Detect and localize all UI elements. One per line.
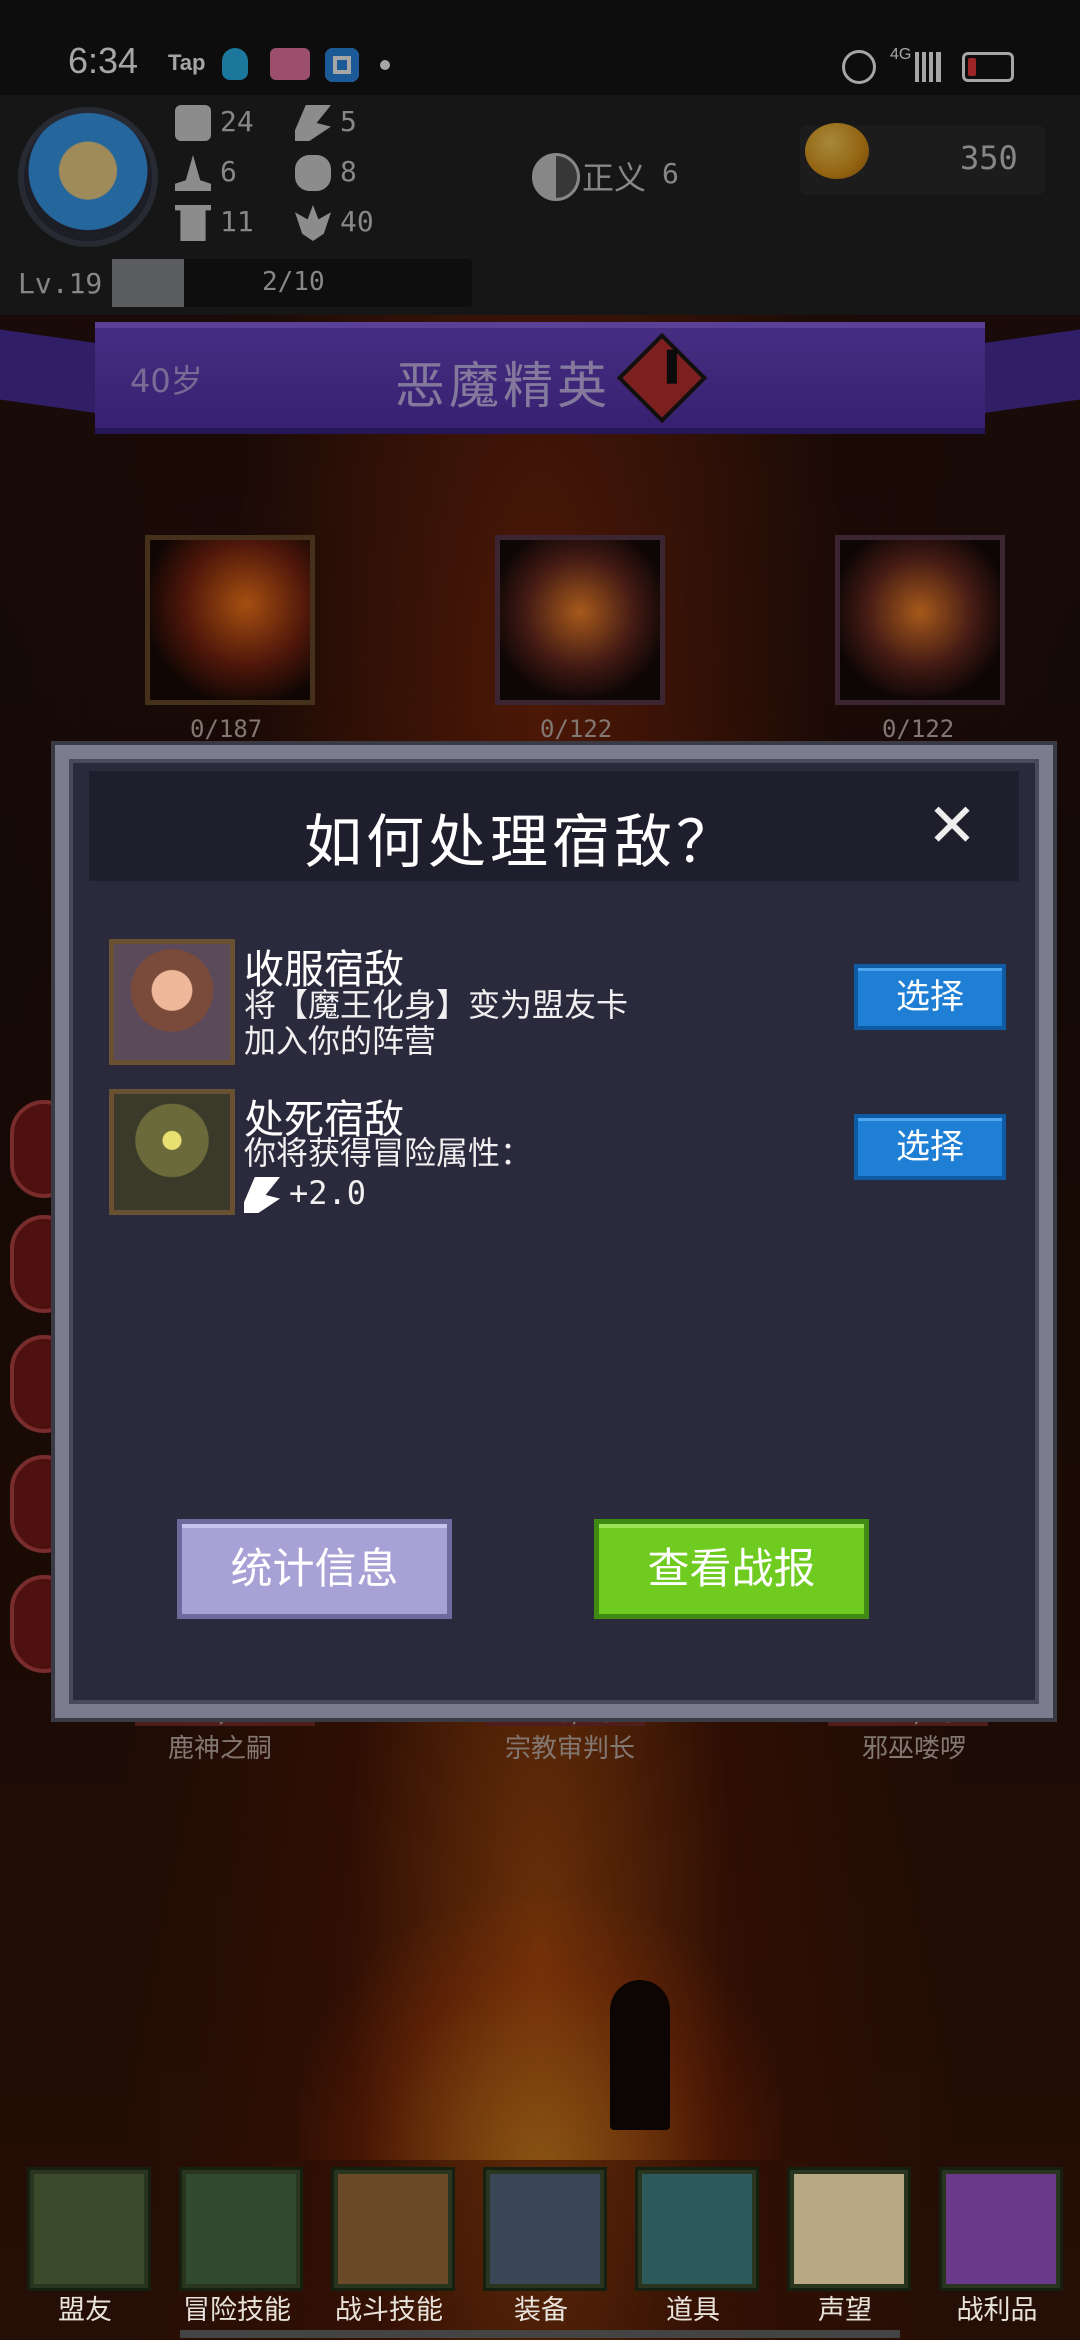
option-desc: 加入你的阵营	[244, 1022, 437, 1060]
execute-portrait	[109, 1089, 235, 1215]
stats-button[interactable]: 统计信息	[177, 1519, 452, 1619]
nav-items[interactable]: 道具	[618, 2160, 768, 2330]
execute-select-button[interactable]: 选择	[854, 1114, 1006, 1180]
nav-equipment[interactable]: 装备	[466, 2160, 616, 2330]
nav-combat-skills[interactable]: 战斗技能	[314, 2160, 464, 2330]
nav-label: 战斗技能	[335, 2295, 443, 2326]
spellbook-icon	[182, 2170, 300, 2288]
bottom-nav: 盟友 冒险技能 战斗技能 装备 道具 声望 战利品	[0, 2160, 1080, 2340]
view-battle-report-button[interactable]: 查看战报	[594, 1519, 869, 1619]
crossed-swords-icon	[486, 2170, 604, 2288]
option-recruit: 收服宿敌 将【魔王化身】变为盟友卡 加入你的阵营 选择	[109, 939, 1006, 1069]
nav-label: 道具	[666, 2295, 720, 2326]
nav-label: 声望	[818, 2295, 872, 2326]
option-desc: 将【魔王化身】变为盟友卡	[244, 986, 629, 1024]
bag-icon	[638, 2170, 756, 2288]
recruit-select-button[interactable]: 选择	[854, 964, 1006, 1030]
boot-icon	[244, 1177, 280, 1213]
treasure-chest-icon	[942, 2170, 1060, 2288]
home-indicator	[180, 2330, 900, 2338]
nav-loot[interactable]: 战利品	[922, 2160, 1072, 2330]
option-desc: 你将获得冒险属性：	[244, 1134, 533, 1172]
nav-label: 战利品	[956, 2295, 1038, 2326]
scroll-icon	[790, 2170, 908, 2288]
option-execute: 处死宿敌 你将获得冒险属性： +2.0 选择	[109, 1089, 1006, 1219]
recruit-portrait	[109, 939, 235, 1065]
nav-label: 盟友	[58, 2295, 112, 2326]
handshake-icon	[30, 2170, 148, 2288]
dialog-title: 如何处理宿敌？	[304, 808, 739, 876]
option-reward: +2.0	[289, 1174, 367, 1212]
nav-allies[interactable]: 盟友	[10, 2160, 160, 2330]
nemesis-dialog: 如何处理宿敌？ ✕ 收服宿敌 将【魔王化身】变为盟友卡 加入你的阵营 选择 处死…	[55, 745, 1053, 1718]
nav-reputation[interactable]: 声望	[770, 2160, 920, 2330]
backpack-icon	[334, 2170, 452, 2288]
close-icon[interactable]: ✕	[907, 781, 997, 871]
nav-label: 装备	[514, 2295, 568, 2326]
nav-label: 冒险技能	[183, 2295, 291, 2326]
nav-adventure-skills[interactable]: 冒险技能	[162, 2160, 312, 2330]
